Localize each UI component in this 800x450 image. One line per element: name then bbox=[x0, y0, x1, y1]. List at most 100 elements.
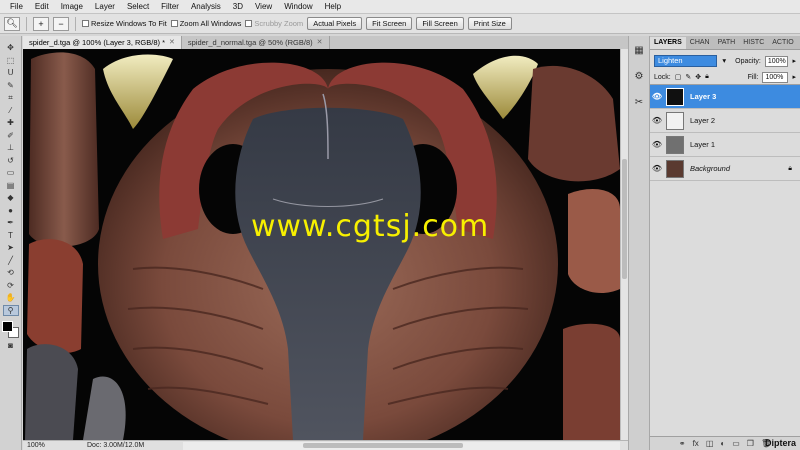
fill-input[interactable]: 100% bbox=[762, 71, 789, 83]
lasso-tool-icon[interactable]: ᑌ bbox=[3, 67, 19, 79]
horizontal-scroll-thumb[interactable] bbox=[303, 442, 463, 448]
adjustments-panel-icon[interactable]: ⚙ bbox=[631, 68, 647, 84]
document-tab-spider-d[interactable]: spider_d.tga @ 100% (Layer 3, RGB/8) * ✕ bbox=[23, 36, 182, 49]
close-icon[interactable]: ✕ bbox=[317, 36, 323, 49]
brush-tool-icon[interactable]: ✐ bbox=[3, 130, 19, 142]
eye-icon[interactable]: 👁︎ bbox=[650, 164, 664, 173]
group-icon[interactable]: ▭ bbox=[732, 439, 740, 448]
pen-tool-icon[interactable]: ✒ bbox=[3, 217, 19, 229]
close-icon[interactable]: ✕ bbox=[169, 36, 175, 49]
opacity-input[interactable]: 100% bbox=[764, 55, 789, 67]
menu-edit[interactable]: Edit bbox=[29, 0, 55, 14]
lock-position-icon[interactable]: ✥ bbox=[695, 73, 701, 81]
eyedropper-tool-icon[interactable]: ⁄ bbox=[3, 105, 19, 117]
gradient-tool-icon[interactable]: ▤ bbox=[3, 180, 19, 192]
menu-view[interactable]: View bbox=[249, 0, 278, 14]
layer-row-layer-2[interactable]: 👁︎ Layer 2 bbox=[650, 109, 800, 133]
zoom-all-windows-checkbox[interactable]: Zoom All Windows bbox=[170, 19, 241, 28]
menu-image[interactable]: Image bbox=[55, 0, 89, 14]
layer-row-layer-3[interactable]: 👁︎ Layer 3 bbox=[650, 85, 800, 109]
fill-screen-button[interactable]: Fill Screen bbox=[416, 17, 464, 30]
type-tool-icon[interactable]: T bbox=[3, 230, 19, 242]
stamp-tool-icon[interactable]: ⊥ bbox=[3, 142, 19, 154]
zoom-icon[interactable]: 🔍︎ bbox=[4, 16, 20, 31]
scrubby-zoom-checkbox[interactable]: Scrubby Zoom bbox=[245, 19, 303, 28]
chevron-right-icon[interactable]: ▸ bbox=[792, 73, 796, 81]
vertical-scrollbar[interactable] bbox=[620, 49, 628, 440]
shape-tool-icon[interactable]: ╱ bbox=[3, 255, 19, 267]
zoom-out-icon[interactable]: − bbox=[53, 16, 69, 31]
layer-thumbnail bbox=[666, 135, 684, 154]
lock-transparent-icon[interactable]: ▢ bbox=[675, 73, 682, 81]
layer-name[interactable]: Background bbox=[690, 164, 730, 173]
vertical-scroll-thumb[interactable] bbox=[622, 159, 627, 279]
3d-rotate-tool-icon[interactable]: ⟲ bbox=[3, 267, 19, 279]
chevron-right-icon[interactable]: ▸ bbox=[792, 57, 796, 65]
texture-leg-right-bottom bbox=[563, 323, 620, 440]
eye-icon[interactable]: 👁︎ bbox=[650, 92, 664, 101]
quick-select-tool-icon[interactable]: ✎ bbox=[3, 80, 19, 92]
document-size-info[interactable]: Doc: 3.00M/12.0M bbox=[53, 442, 183, 449]
marquee-tool-icon[interactable]: ⬚ bbox=[3, 55, 19, 67]
eye-icon[interactable]: 👁︎ bbox=[650, 116, 664, 125]
link-icon[interactable]: ⚭ bbox=[679, 439, 686, 448]
horizontal-scrollbar[interactable] bbox=[183, 441, 620, 450]
menu-layer[interactable]: Layer bbox=[89, 0, 121, 14]
tab-channels[interactable]: CHAN bbox=[686, 37, 714, 49]
menu-select[interactable]: Select bbox=[121, 0, 155, 14]
foreground-color-swatch[interactable] bbox=[1, 321, 13, 332]
layer-row-background[interactable]: 👁︎ Background 🔒︎ bbox=[650, 157, 800, 181]
checkbox-box[interactable] bbox=[170, 20, 178, 27]
zoom-in-icon[interactable]: + bbox=[33, 16, 49, 31]
toolbox: ✥ ⬚ ᑌ ✎ ⌗ ⁄ ✚ ✐ ⊥ ↺ ▭ ▤ ◆ ● ✒ T ➤ ╱ ⟲ ⟳ … bbox=[0, 36, 22, 450]
menu-file[interactable]: File bbox=[4, 0, 29, 14]
tab-layers[interactable]: LAYERS bbox=[650, 37, 686, 49]
healing-tool-icon[interactable]: ✚ bbox=[3, 117, 19, 129]
actual-pixels-button[interactable]: Actual Pixels bbox=[307, 17, 363, 30]
layer-name[interactable]: Layer 2 bbox=[690, 116, 715, 125]
layer-name[interactable]: Layer 1 bbox=[690, 140, 715, 149]
tab-history[interactable]: HISTC bbox=[739, 37, 768, 49]
resize-windows-checkbox[interactable]: Resize Windows To Fit bbox=[82, 19, 167, 28]
lock-all-icon[interactable]: 🔒︎ bbox=[705, 73, 709, 81]
layer-row-layer-1[interactable]: 👁︎ Layer 1 bbox=[650, 133, 800, 157]
menu-analysis[interactable]: Analysis bbox=[185, 0, 227, 14]
fx-icon[interactable]: fx bbox=[693, 439, 699, 448]
eraser-tool-icon[interactable]: ▭ bbox=[3, 167, 19, 179]
quick-mask-icon[interactable]: ◙ bbox=[3, 340, 19, 352]
fit-screen-button[interactable]: Fit Screen bbox=[366, 17, 413, 30]
document-tab-spider-d-normal[interactable]: spider_d_normal.tga @ 50% (RGB/8) ✕ bbox=[182, 36, 330, 49]
crop-tool-icon[interactable]: ⌗ bbox=[3, 92, 19, 104]
chevron-down-icon[interactable]: ▾ bbox=[722, 56, 726, 66]
blur-tool-icon[interactable]: ◆ bbox=[3, 192, 19, 204]
lock-pixels-icon[interactable]: ✎ bbox=[685, 73, 691, 81]
new-layer-icon[interactable]: ❐ bbox=[747, 439, 754, 448]
color-swatches[interactable] bbox=[1, 321, 20, 339]
3d-orbit-tool-icon[interactable]: ⟳ bbox=[3, 280, 19, 292]
print-size-button[interactable]: Print Size bbox=[467, 17, 512, 30]
histogram-panel-icon[interactable]: ▦ bbox=[631, 42, 647, 58]
blend-mode-select[interactable]: Lighten ▾ bbox=[654, 55, 726, 67]
checkbox-box[interactable] bbox=[82, 20, 89, 27]
tab-actions[interactable]: ACTIO bbox=[768, 37, 797, 49]
zoom-level-field[interactable]: 100% bbox=[23, 442, 53, 449]
move-tool-icon[interactable]: ✥ bbox=[3, 42, 19, 54]
tools-preset-panel-icon[interactable]: ✂ bbox=[631, 94, 647, 110]
tab-paths[interactable]: PATH bbox=[714, 37, 740, 49]
adjustment-icon[interactable]: ◐ bbox=[720, 439, 725, 448]
menu-filter[interactable]: Filter bbox=[155, 0, 185, 14]
layer-thumbnail bbox=[666, 87, 684, 106]
menu-3d[interactable]: 3D bbox=[227, 0, 249, 14]
history-brush-tool-icon[interactable]: ↺ bbox=[3, 155, 19, 167]
zoom-tool-icon[interactable]: ⚲ bbox=[2, 304, 19, 316]
menu-window[interactable]: Window bbox=[278, 0, 318, 14]
layer-name[interactable]: Layer 3 bbox=[690, 92, 716, 101]
eye-icon[interactable]: 👁︎ bbox=[650, 140, 664, 149]
checkbox-box[interactable] bbox=[245, 20, 253, 27]
document-canvas[interactable]: www.cgtsj.com bbox=[23, 49, 620, 440]
path-select-tool-icon[interactable]: ➤ bbox=[3, 242, 19, 254]
mask-icon[interactable]: ◫ bbox=[706, 439, 714, 448]
hand-tool-icon[interactable]: ✋ bbox=[3, 292, 19, 304]
menu-help[interactable]: Help bbox=[319, 0, 347, 14]
dodge-tool-icon[interactable]: ● bbox=[3, 205, 19, 217]
